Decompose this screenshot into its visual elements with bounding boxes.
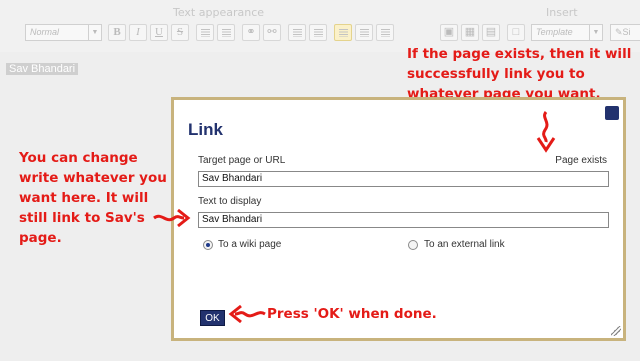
table-icon: ▦ (464, 26, 476, 38)
signature-icon: ✎ (615, 27, 623, 37)
wiki-page-radio[interactable] (203, 240, 213, 250)
external-link-radio[interactable] (408, 240, 418, 250)
annotation-press-ok: Press 'OK' when done. (267, 306, 437, 322)
special-char-icon: □ (512, 26, 520, 38)
annotation-line: successfully link you to (407, 66, 585, 82)
target-input[interactable]: Sav Bhandari (198, 171, 609, 187)
format-select-value: Normal (30, 27, 60, 37)
page-status: Page exists (555, 155, 607, 166)
annotation-line: If the page exists, then it will (407, 46, 632, 62)
annotation-line: You can change (19, 150, 138, 166)
annotation-line: still link to Sav's (19, 210, 145, 226)
link-button[interactable]: ⚭ (242, 24, 260, 41)
display-text-input[interactable]: Sav Bhandari (198, 212, 609, 228)
annotation-line: page. (19, 230, 62, 246)
format-select[interactable]: Normal ▼ (25, 24, 102, 41)
display-text-label: Text to display (198, 196, 262, 207)
template-select-value: Template (536, 27, 573, 37)
arrow-right-icon (153, 208, 191, 228)
insert-table-button[interactable]: ▦ (461, 24, 479, 41)
media-icon: ▤ (485, 26, 497, 38)
indent-button[interactable] (309, 24, 327, 41)
strikethrough-button[interactable]: S (171, 24, 189, 41)
align-center-button[interactable] (355, 24, 373, 41)
image-icon: ▣ (443, 26, 455, 38)
signature-label: Si (622, 27, 631, 37)
italic-button[interactable]: I (129, 24, 147, 41)
signature-button[interactable]: ✎Si (610, 24, 640, 41)
indent-icon (314, 29, 323, 37)
bullet-list-button[interactable] (196, 24, 214, 41)
chevron-down-icon: ▼ (589, 25, 602, 40)
insert-group-label: Insert (546, 6, 578, 19)
target-label: Target page or URL (198, 155, 286, 166)
ok-button[interactable]: OK (200, 310, 225, 326)
align-right-icon (381, 29, 390, 37)
wiki-page-label[interactable]: To a wiki page (218, 239, 281, 250)
bold-button[interactable]: B (108, 24, 126, 41)
chevron-down-icon: ▼ (88, 25, 101, 40)
insert-media-button[interactable]: ▤ (482, 24, 500, 41)
close-button[interactable] (605, 106, 619, 120)
link-icon: ⚭ (246, 26, 256, 38)
bullet-list-icon (201, 29, 210, 37)
outdent-button[interactable] (288, 24, 306, 41)
annotation-page-exists: If the page exists, then it will success… (407, 44, 631, 104)
text-appearance-group-label: Text appearance (173, 6, 265, 19)
numbered-list-icon (222, 29, 231, 37)
annotation-line: want here. It will (19, 190, 149, 206)
insert-special-button[interactable]: □ (507, 24, 525, 41)
insert-image-button[interactable]: ▣ (440, 24, 458, 41)
align-center-icon (360, 29, 369, 37)
numbered-list-button[interactable] (217, 24, 235, 41)
unlink-button[interactable]: ⚯ (263, 24, 281, 41)
align-left-icon (339, 29, 348, 37)
arrow-down-icon (536, 111, 556, 153)
annotation-line: write whatever you (19, 170, 167, 186)
annotation-display-text: You can change write whatever you want h… (19, 148, 167, 248)
arrow-left-icon (228, 304, 266, 324)
outdent-icon (293, 29, 302, 37)
align-right-button[interactable] (376, 24, 394, 41)
template-select[interactable]: Template ▼ (531, 24, 603, 41)
selected-text[interactable]: Sav Bhandari (6, 63, 79, 75)
resize-grip-icon[interactable] (611, 326, 621, 336)
dialog-title: Link (188, 120, 223, 139)
align-left-button[interactable] (334, 24, 352, 41)
external-link-label[interactable]: To an external link (424, 239, 505, 250)
unlink-icon: ⚯ (267, 26, 277, 38)
underline-button[interactable]: U (150, 24, 168, 41)
